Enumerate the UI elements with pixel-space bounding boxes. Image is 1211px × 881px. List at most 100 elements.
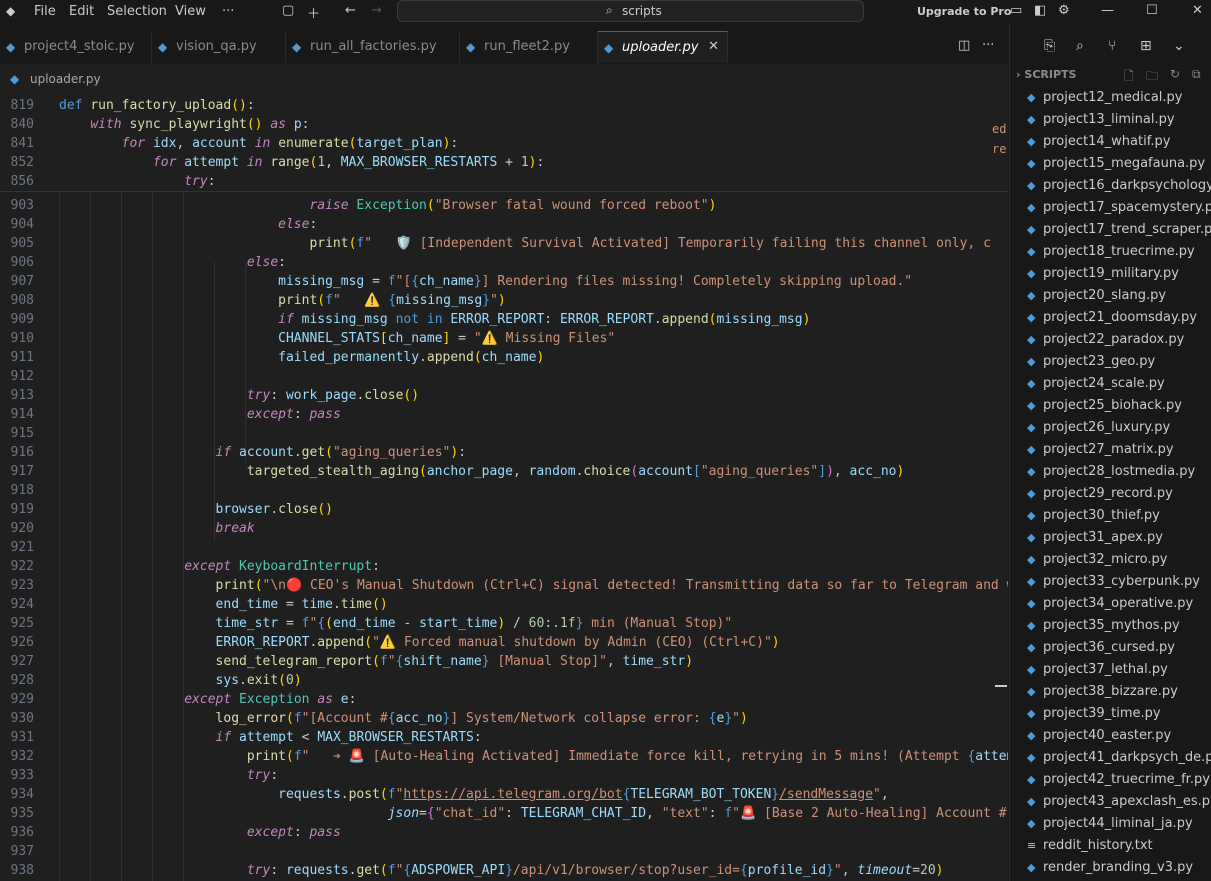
file-item[interactable]: ◆ project36_cursed.py — [1026, 638, 1211, 660]
code-line[interactable]: 910 CHANNEL_STATS[ch_name] = "⚠️ Missing… — [0, 329, 1008, 348]
menu-selection[interactable]: Selection — [107, 4, 167, 19]
file-item[interactable]: ◆ project17_spacemystery.py — [1026, 198, 1211, 220]
file-item[interactable]: ◆ project16_darkpsychology.py — [1026, 176, 1211, 198]
code-line[interactable]: 923 print("\n🔴 CEO's Manual Shutdown (Ct… — [0, 576, 1008, 595]
file-item[interactable]: ◆ project18_truecrime.py — [1026, 242, 1211, 264]
file-item[interactable]: ◆ project39_time.py — [1026, 704, 1211, 726]
file-item[interactable]: ◆ project23_geo.py — [1026, 352, 1211, 374]
refresh-icon[interactable]: ↻ — [1170, 67, 1180, 81]
file-item[interactable]: ◆ project13_liminal.py — [1026, 110, 1211, 132]
file-item[interactable]: ◆ project27_matrix.py — [1026, 440, 1211, 462]
code-line[interactable]: 903 raise Exception("Browser fatal wound… — [0, 196, 1008, 215]
code-line[interactable]: 913 try: work_page.close() — [0, 386, 1008, 405]
menu-file[interactable]: File — [34, 4, 56, 19]
close-window-icon[interactable]: ✕ — [1192, 3, 1203, 18]
more-actions-icon[interactable]: ··· — [982, 38, 994, 53]
code-line[interactable]: 916 if account.get("aging_queries"): — [0, 443, 1008, 462]
explorer-header[interactable]: › SCRIPTS — [1016, 68, 1076, 81]
code-line[interactable]: 921 — [0, 538, 1008, 557]
back-arrow-icon[interactable]: ← — [345, 3, 356, 18]
tab-run-all-factories[interactable]: ◆ run_all_factories.py — [286, 31, 460, 63]
code-line[interactable]: 906 else: — [0, 253, 1008, 272]
code-line[interactable]: 926 ERROR_REPORT.append("⚠️ Forced manua… — [0, 633, 1008, 652]
file-item[interactable]: ◆ project19_military.py — [1026, 264, 1211, 286]
file-item[interactable]: ◆ project37_lethal.py — [1026, 660, 1211, 682]
code-line[interactable]: 925 time_str = f"{(end_time - start_time… — [0, 614, 1008, 633]
new-folder-icon[interactable]: 🗀 — [1146, 67, 1158, 88]
command-search-box[interactable]: ⌕ scripts — [397, 0, 864, 22]
code-line[interactable]: 919 browser.close() — [0, 500, 1008, 519]
file-item[interactable]: ◆ project14_whatif.py — [1026, 132, 1211, 154]
code-editor[interactable]: ed re 819 def run_factory_upload(): 840 wi… — [0, 92, 1008, 881]
code-line[interactable]: 933 try: — [0, 766, 1008, 785]
code-line[interactable]: 912 — [0, 367, 1008, 386]
code-line[interactable]: 938 try: requests.get(f"{ADSPOWER_API}/a… — [0, 861, 1008, 880]
file-item[interactable]: ◆ project22_paradox.py — [1026, 330, 1211, 352]
upgrade-button[interactable]: Upgrade to Pro — [917, 5, 1011, 18]
source-control-icon[interactable]: ⑂ — [1108, 38, 1116, 54]
close-tab-icon[interactable]: ✕ — [708, 39, 719, 54]
extensions-icon[interactable]: ⊞ — [1140, 38, 1152, 54]
gear-icon[interactable]: ⚙ — [1058, 3, 1070, 18]
menu-more[interactable]: ··· — [222, 4, 234, 19]
breadcrumb-file[interactable]: uploader.py — [30, 72, 101, 86]
code-line[interactable]: 904 else: — [0, 215, 1008, 234]
code-line[interactable]: 841 for idx, account in enumerate(target… — [0, 134, 1008, 153]
code-line[interactable]: 856 try: — [0, 172, 1008, 191]
file-item[interactable]: ◆ project15_megafauna.py — [1026, 154, 1211, 176]
code-line[interactable]: 934 requests.post(f"https://api.telegram… — [0, 785, 1008, 804]
file-item[interactable]: ◆ project32_micro.py — [1026, 550, 1211, 572]
collapse-all-icon[interactable]: ⧉ — [1192, 67, 1201, 82]
code-line[interactable]: 930 log_error(f"[Account #{acc_no}] Syst… — [0, 709, 1008, 728]
code-line[interactable]: 922 except KeyboardInterrupt: — [0, 557, 1008, 576]
code-line[interactable]: 917 targeted_stealth_aging(anchor_page, … — [0, 462, 1008, 481]
split-editor-icon[interactable]: ◫ — [958, 38, 970, 53]
file-item[interactable]: ◆ project20_slang.py — [1026, 286, 1211, 308]
file-item[interactable]: ◆ project12_medical.py — [1026, 88, 1211, 110]
code-line[interactable]: 908 print(f" ⚠️ {missing_msg}") — [0, 291, 1008, 310]
forward-arrow-icon[interactable]: → — [371, 3, 382, 18]
maximize-icon[interactable]: ☐ — [1146, 3, 1158, 18]
code-line[interactable]: 905 print(f" 🛡️ [Independent Survival Ac… — [0, 234, 1008, 253]
code-line[interactable]: 819 def run_factory_upload(): — [0, 96, 1008, 115]
code-line[interactable]: 928 sys.exit(0) — [0, 671, 1008, 690]
tab-project4-stoic[interactable]: ◆ project4_stoic.py — [0, 31, 152, 63]
file-item[interactable]: ◆ project31_apex.py — [1026, 528, 1211, 550]
file-item[interactable]: ◆ project28_lostmedia.py — [1026, 462, 1211, 484]
minimize-icon[interactable]: — — [1101, 3, 1114, 18]
file-item[interactable]: ◆ project17_trend_scraper.py — [1026, 220, 1211, 242]
code-line[interactable]: 909 if missing_msg not in ERROR_REPORT: … — [0, 310, 1008, 329]
file-item[interactable]: ◆ project21_doomsday.py — [1026, 308, 1211, 330]
file-item[interactable]: ◆ project26_luxury.py — [1026, 418, 1211, 440]
file-item[interactable]: ◆ project24_scale.py — [1026, 374, 1211, 396]
code-line[interactable]: 907 missing_msg = f"[{ch_name}] Renderin… — [0, 272, 1008, 291]
file-item[interactable]: ◆ render_branding_v3.py — [1026, 858, 1211, 880]
code-line[interactable]: 840 with sync_playwright() as p: — [0, 115, 1008, 134]
chevron-down-icon[interactable]: ⌄ — [1173, 38, 1185, 54]
code-line[interactable]: 927 send_telegram_report(f"{shift_name} … — [0, 652, 1008, 671]
file-item[interactable]: ◆ project42_truecrime_fr.py — [1026, 770, 1211, 792]
new-file-icon[interactable]: 🗋 — [1124, 67, 1134, 88]
code-line[interactable]: 932 print(f" ➔ 🚨 [Auto-Healing Activated… — [0, 747, 1008, 766]
file-item[interactable]: ◆ project43_apexclash_es.py — [1026, 792, 1211, 814]
code-line[interactable]: 937 — [0, 842, 1008, 861]
code-line[interactable]: 914 except: pass — [0, 405, 1008, 424]
code-line[interactable]: 924 end_time = time.time() — [0, 595, 1008, 614]
search-icon[interactable]: ⌕ — [1076, 38, 1084, 54]
file-item[interactable]: ◆ project38_bizzare.py — [1026, 682, 1211, 704]
file-item[interactable]: ◆ project33_cyberpunk.py — [1026, 572, 1211, 594]
file-item[interactable]: ◆ project35_mythos.py — [1026, 616, 1211, 638]
code-line[interactable]: 911 failed_permanently.append(ch_name) — [0, 348, 1008, 367]
chat-icon[interactable]: ▢ — [282, 3, 294, 18]
file-item[interactable]: ◆ project34_operative.py — [1026, 594, 1211, 616]
toggle-panel-icon[interactable]: ▭ — [1010, 3, 1022, 18]
code-line[interactable]: 931 if attempt < MAX_BROWSER_RESTARTS: — [0, 728, 1008, 747]
files-icon[interactable]: ⎘ — [1044, 38, 1055, 54]
code-line[interactable]: 852 for attempt in range(1, MAX_BROWSER_… — [0, 153, 1008, 172]
code-line[interactable]: 915 — [0, 424, 1008, 443]
file-item[interactable]: ◆ project29_record.py — [1026, 484, 1211, 506]
tab-run-fleet2[interactable]: ◆ run_fleet2.py — [460, 31, 598, 63]
file-item[interactable]: ◆ project30_thief.py — [1026, 506, 1211, 528]
code-line[interactable]: 918 — [0, 481, 1008, 500]
toggle-sidebar-icon[interactable]: ◧ — [1034, 3, 1046, 18]
